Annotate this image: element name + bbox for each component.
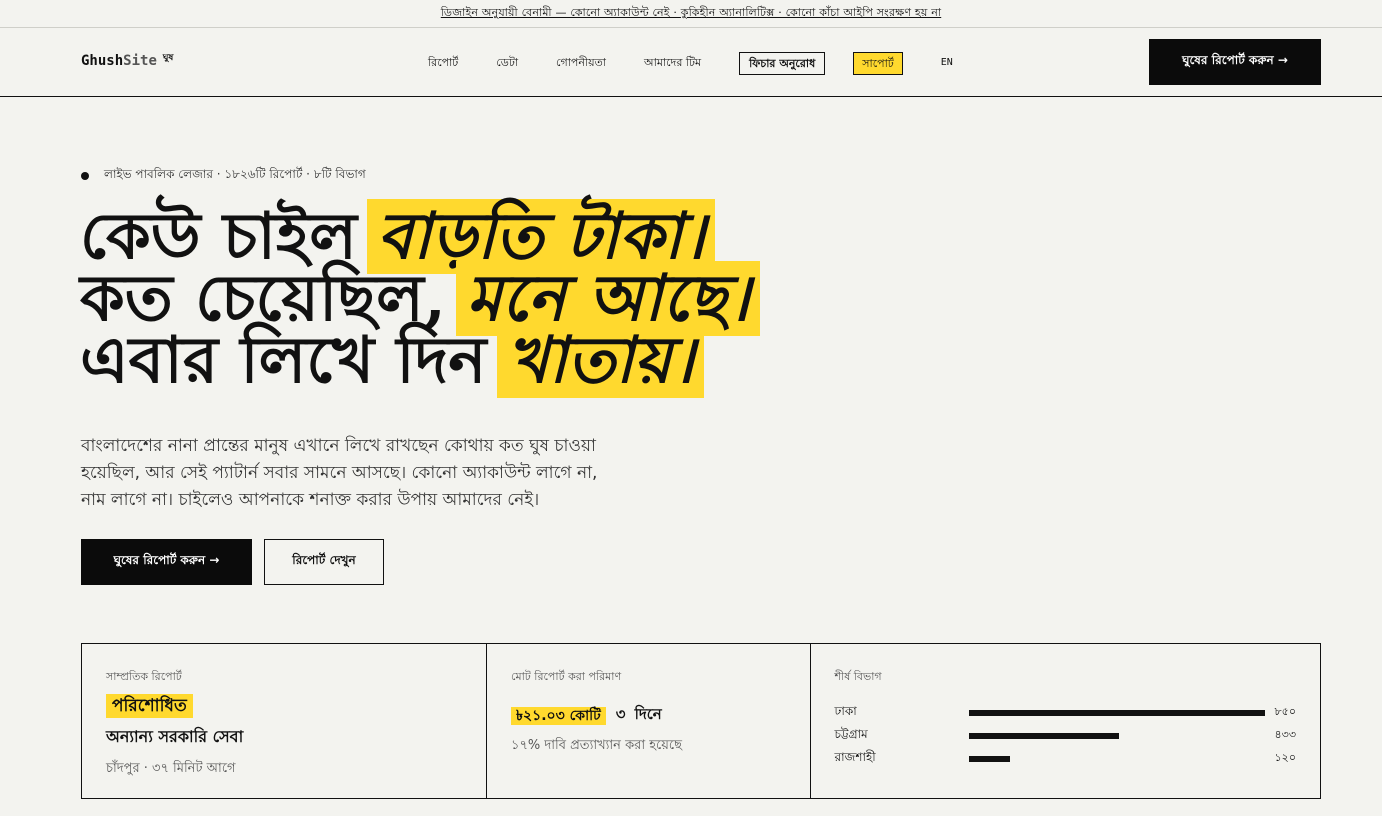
department-list: ঢাকা ৮৫০ চট্টগ্রাম ৪৩৩ রাজশাহী ১২০	[835, 701, 1296, 770]
department-bar-track	[968, 709, 1265, 716]
ledger-status: লাইভ পাবলিক লেজার · ১৮২৬টি রিপোর্ট · ৮টি…	[81, 166, 366, 186]
stats-panel: সাম্প্রতিক রিপোর্ট পরিশোধিত অন্যান্য সরক…	[81, 643, 1321, 799]
view-reports-button[interactable]: রিপোর্ট দেখুন	[264, 539, 384, 585]
department-name: ঢাকা	[834, 703, 857, 718]
department-bar	[968, 732, 1120, 739]
total-amount: ৳২১.০৩ কোটি	[511, 706, 606, 725]
live-dot-icon	[81, 172, 89, 180]
nav-link-reports[interactable]: রিপোর্ট	[428, 51, 458, 75]
department-row: চট্টগ্রাম ৪৩৩	[835, 724, 1296, 747]
nav-link-data[interactable]: ডেটা	[496, 51, 518, 75]
nav-link-team[interactable]: আমাদের টিম	[644, 51, 701, 75]
department-count: ৮৫০	[1274, 705, 1296, 718]
recent-report-card[interactable]: সাম্প্রতিক রিপোর্ট পরিশোধিত অন্যান্য সরক…	[82, 644, 486, 798]
department-count: ৪৩৩	[1274, 728, 1296, 741]
department-count: ১২০	[1274, 751, 1296, 764]
ledger-text: লাইভ পাবলিক লেজার · ১৮২৬টি রিপোর্ট · ৮টি…	[104, 167, 366, 181]
headline-line-3: এবার লিখে দিন খাতায়।	[80, 323, 760, 398]
main-nav: রিপোর্ট ডেটা গোপনীয়তা আমাদের টিম ফিচার …	[428, 51, 953, 75]
total-amount-label: মোট রিপোর্ট করা পরিমাণ	[511, 670, 622, 683]
department-bar-track	[968, 755, 1265, 762]
hero-intro: বাংলাদেশের নানা প্রান্তের মানুষ এখানে লি…	[81, 436, 598, 510]
department-name: চট্টগ্রাম	[834, 726, 868, 741]
hero-headline: কেউ চাইল বাড়তি টাকা। কত চেয়েছিল, মনে আছে…	[80, 199, 760, 398]
status-badge: পরিশোধিত	[106, 694, 193, 718]
announcement-bar: ডিজাইন অনুযায়ী বেনামী — কোনো অ্যাকাউন্ট…	[0, 0, 1382, 28]
total-period: ৩ দিনে	[615, 705, 662, 723]
site-header: Ghush Site ঘুষ রিপোর্ট ডেটা গোপনীয়তা আমা…	[0, 28, 1382, 97]
department-bar	[968, 709, 1265, 716]
rejection-rate: ১৭% দাবি প্রত্যাখ্যান করা হয়েছে	[511, 738, 683, 753]
department-bar	[968, 755, 1011, 762]
logo-main: Ghush	[81, 53, 124, 69]
recent-report-title: অন্যান্য সরকারি সেবা	[106, 727, 244, 746]
department-row: রাজশাহী ১২০	[835, 747, 1296, 770]
headline-line-3-text: এবার লিখে দিন	[80, 323, 487, 398]
headline-line-3-highlight: খাতায়।	[496, 323, 705, 398]
nav-link-privacy[interactable]: গোপনীয়তা	[556, 51, 606, 75]
announcement-text[interactable]: ডিজাইন অনুযায়ী বেনামী — কোনো অ্যাকাউন্ট…	[441, 4, 941, 23]
logo-mark: ঘুষ	[162, 53, 174, 63]
total-amount-card: মোট রিপোর্ট করা পরিমাণ ৳২১.০৩ কোটি ৩ দিন…	[486, 644, 810, 798]
total-amount-row: ৳২১.০৩ কোটি ৩ দিনে	[511, 703, 786, 728]
support-button[interactable]: সাপোর্ট	[853, 51, 903, 75]
top-departments-card: শীর্ষ বিভাগ ঢাকা ৮৫০ চট্টগ্রাম ৪৩৩ রাজশা…	[809, 644, 1320, 798]
feature-request-button[interactable]: ফিচার অনুরোধ	[739, 51, 826, 75]
language-toggle[interactable]: EN	[941, 51, 953, 75]
logo[interactable]: Ghush Site ঘুষ	[81, 53, 173, 69]
department-row: ঢাকা ৮৫০	[835, 701, 1296, 724]
headline-line-1: কেউ চাইল বাড়তি টাকা।	[80, 199, 760, 274]
recent-report-label: সাম্প্রতিক রিপোর্ট	[106, 670, 182, 683]
hero-report-button[interactable]: ঘুষের রিপোর্ট করুন →	[81, 539, 252, 585]
report-bribe-button[interactable]: ঘুষের রিপোর্ট করুন →	[1149, 39, 1321, 85]
headline-line-2: কত চেয়েছিল, মনে আছে।	[80, 261, 760, 336]
top-departments-label: শীর্ষ বিভাগ	[834, 670, 882, 683]
logo-accent: Site	[123, 53, 157, 69]
department-name: রাজশাহী	[834, 749, 876, 764]
recent-report-meta: চাঁদপুর · ৩৭ মিনিট আগে	[106, 761, 236, 776]
department-bar-track	[968, 732, 1265, 739]
